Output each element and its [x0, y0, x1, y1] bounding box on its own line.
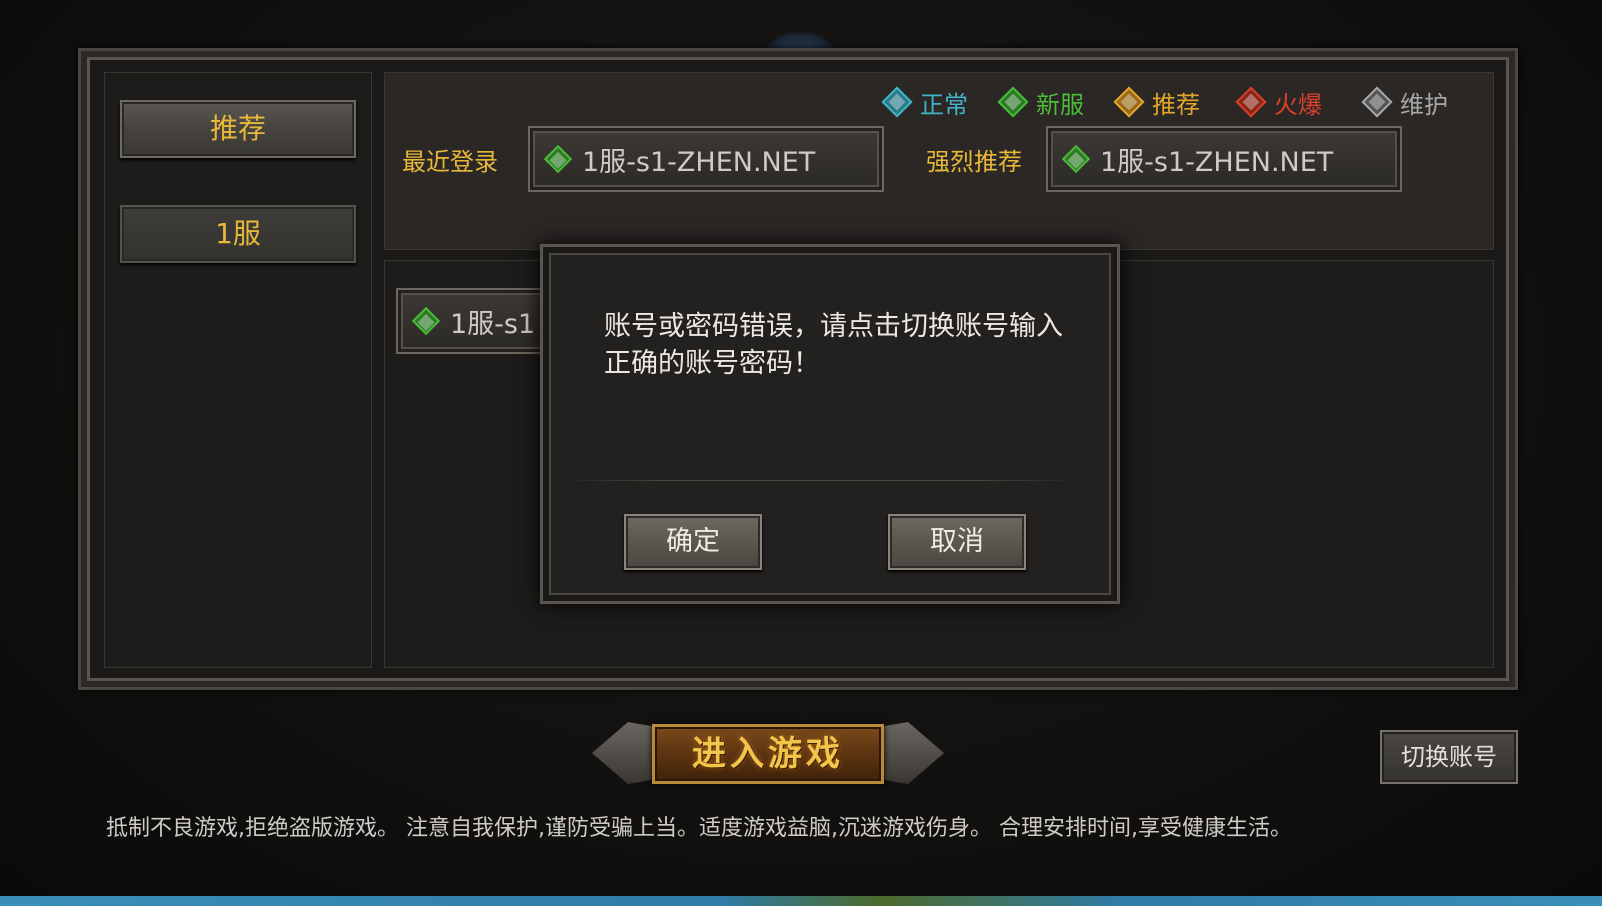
game-login-screen: 推荐 1服 正常 新服 推荐 火爆 维护 最近登录 1服-s1-ZHEN.NET…	[0, 0, 1602, 906]
server-list-item-name: 1服-s1	[450, 308, 536, 340]
diamond-icon	[543, 144, 573, 174]
legend-item-new: 新服	[997, 84, 1084, 120]
dialog-divider	[560, 480, 1080, 481]
server-tabs-panel	[104, 72, 372, 668]
diamond-icon	[411, 306, 441, 336]
switch-account-button[interactable]: 切换账号	[1380, 730, 1518, 784]
health-notice: 抵制不良游戏,拒绝盗版游戏。 注意自我保护,谨防受骗上当。适度游戏益脑,沉迷游戏…	[106, 816, 1292, 841]
diamond-icon	[1235, 86, 1267, 118]
recent-server-name: 1服-s1-ZHEN.NET	[582, 146, 816, 178]
legend-item-hot: 火爆	[1235, 84, 1322, 120]
cancel-button[interactable]: 取消	[888, 514, 1026, 570]
legend-item-maintenance: 维护	[1361, 84, 1448, 120]
strong-recommend-label: 强烈推荐	[926, 148, 1022, 176]
recommended-server-slot[interactable]: 1服-s1-ZHEN.NET	[1046, 126, 1402, 192]
diamond-icon	[997, 86, 1029, 118]
diamond-icon	[881, 86, 913, 118]
recent-server-slot[interactable]: 1服-s1-ZHEN.NET	[528, 126, 884, 192]
diamond-icon	[1113, 86, 1145, 118]
diamond-icon	[1061, 144, 1091, 174]
enter-game-ornament: 进入游戏	[592, 712, 944, 794]
tab-recommended[interactable]: 推荐	[120, 100, 356, 158]
recent-login-label: 最近登录	[402, 148, 498, 176]
enter-game-button[interactable]: 进入游戏	[652, 724, 884, 784]
dialog-message: 账号或密码错误，请点击切换账号输入正确的账号密码！	[604, 311, 1063, 379]
confirm-button[interactable]: 确定	[624, 514, 762, 570]
legend-item-normal: 正常	[881, 84, 968, 120]
recommended-server-name: 1服-s1-ZHEN.NET	[1100, 146, 1334, 178]
legend-item-recommend: 推荐	[1113, 84, 1200, 120]
bottom-background-strip	[0, 896, 1602, 906]
tab-server-1[interactable]: 1服	[120, 205, 356, 263]
diamond-icon	[1361, 86, 1393, 118]
